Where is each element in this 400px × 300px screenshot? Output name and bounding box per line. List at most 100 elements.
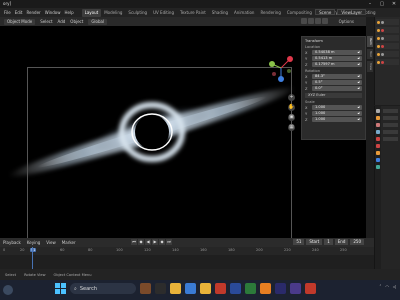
play-reverse-icon[interactable]: ◀	[145, 239, 151, 245]
lock-icon[interactable]: 🔓︎	[358, 111, 360, 116]
timeline-marker-menu[interactable]: Marker	[62, 240, 76, 245]
start-frame-field[interactable]: 1	[324, 239, 333, 245]
menu-help[interactable]: Help	[64, 10, 73, 15]
chevron-up-icon[interactable]: ˄	[379, 284, 381, 289]
tab-layout[interactable]: Layout	[81, 8, 102, 17]
file-explorer-icon[interactable]	[170, 283, 181, 294]
location-z-field[interactable]: 0.17597 m 🔓︎	[312, 62, 362, 67]
scene-icon[interactable]	[376, 137, 380, 141]
tab-view[interactable]: View	[367, 60, 373, 72]
tab-sculpting[interactable]: Sculpting	[125, 9, 150, 17]
location-x-field[interactable]: 0.54038 m 🔓︎	[312, 50, 362, 55]
tab-compositing[interactable]: Compositing	[284, 9, 315, 17]
rendered-shading-icon[interactable]	[322, 18, 328, 24]
render-icon[interactable]	[376, 116, 380, 120]
lock-icon[interactable]: 🔓︎	[358, 105, 360, 110]
app-icon[interactable]	[155, 283, 166, 294]
timeline-ruler[interactable]: 0 20 51 60 80 100 120 140 160 180 200 22…	[0, 247, 374, 255]
app-icon[interactable]	[305, 283, 316, 294]
gizmo-z-icon[interactable]	[278, 76, 284, 82]
tab-shading[interactable]: Shading	[209, 9, 231, 17]
view-layer-icon[interactable]	[376, 130, 380, 134]
jump-end-icon[interactable]: ⏭	[166, 239, 172, 245]
view-menu-object[interactable]: Object	[70, 19, 83, 24]
close-button[interactable]: ✕	[388, 0, 400, 8]
menu-window[interactable]: Window	[45, 10, 61, 15]
solid-shading-icon[interactable]	[308, 18, 314, 24]
tab-modeling[interactable]: Modeling	[101, 9, 125, 17]
app-icon[interactable]	[140, 283, 151, 294]
zoom-icon[interactable]: +	[288, 94, 295, 101]
perspective-grid-icon[interactable]: ▦	[288, 124, 295, 131]
jump-start-icon[interactable]: ⏮	[131, 239, 137, 245]
playhead[interactable]	[32, 247, 33, 269]
app-icon[interactable]	[290, 283, 301, 294]
lock-icon[interactable]: 🔓︎	[358, 74, 360, 79]
tab-animation[interactable]: Animation	[231, 9, 257, 17]
next-key-icon[interactable]: ◆	[159, 239, 165, 245]
physics-icon[interactable]	[376, 165, 380, 169]
timeline-track[interactable]	[0, 247, 374, 269]
outliner-row[interactable]	[376, 27, 399, 33]
current-frame-indicator[interactable]: 51	[30, 248, 37, 252]
rotation-mode-dropdown[interactable]: XYZ Euler	[305, 93, 362, 98]
app-icon[interactable]	[245, 283, 256, 294]
scale-x-field[interactable]: 1.000 🔓︎	[312, 105, 362, 110]
gizmo-neg-y-icon[interactable]	[287, 69, 291, 73]
transform-orientation-dropdown[interactable]: Global	[88, 18, 108, 25]
view-menu-select[interactable]: Select	[40, 19, 52, 24]
lock-icon[interactable]: 🔓︎	[358, 62, 360, 67]
tab-uv-editing[interactable]: UV Editing	[150, 9, 177, 17]
transform-header[interactable]: Transform	[305, 39, 362, 43]
camera-view-icon[interactable]: ▣	[288, 114, 295, 121]
menu-file[interactable]: File	[4, 10, 11, 15]
blender-app-icon[interactable]	[260, 283, 271, 294]
end-frame-field[interactable]: 250	[350, 239, 364, 245]
gizmo-neg-x-icon[interactable]	[272, 72, 276, 76]
app-icon[interactable]	[275, 283, 286, 294]
app-icon[interactable]	[215, 283, 226, 294]
menu-render[interactable]: Render	[26, 10, 40, 15]
play-icon[interactable]: ▶	[152, 239, 158, 245]
scale-z-field[interactable]: 1.000 🔓︎	[312, 117, 362, 122]
property-field[interactable]	[383, 137, 398, 141]
tab-tool[interactable]: Tool	[367, 48, 373, 59]
pan-hand-icon[interactable]: ✋	[288, 104, 295, 111]
tab-rendering[interactable]: Rendering	[257, 9, 283, 17]
rotation-z-field[interactable]: 0.0° 🔓︎	[312, 86, 362, 91]
outliner-row[interactable]	[376, 19, 399, 25]
object-icon[interactable]	[376, 151, 380, 155]
rotation-y-field[interactable]: 0.5° 🔓︎	[312, 80, 362, 85]
property-field[interactable]	[383, 123, 398, 127]
weather-icon[interactable]	[3, 285, 13, 295]
wireframe-shading-icon[interactable]	[301, 18, 307, 24]
property-field[interactable]	[383, 109, 398, 113]
timeline-playback-menu[interactable]: Playback	[3, 240, 21, 245]
mode-dropdown[interactable]: Object Mode	[4, 18, 36, 25]
tool-icon[interactable]	[376, 109, 380, 113]
properties-editor[interactable]	[374, 106, 400, 280]
lock-icon[interactable]: 🔓︎	[358, 56, 360, 61]
rotation-x-field[interactable]: 84.3° 🔓︎	[312, 74, 362, 79]
options-dropdown[interactable]: Options	[339, 19, 354, 24]
modifier-icon[interactable]	[376, 158, 380, 162]
property-field[interactable]	[383, 130, 398, 134]
lock-icon[interactable]: 🔓︎	[358, 86, 360, 91]
menu-edit[interactable]: Edit	[15, 10, 23, 15]
volume-icon[interactable]: ◁	[393, 284, 396, 289]
prev-key-icon[interactable]: ◆	[138, 239, 144, 245]
outliner-row[interactable]	[376, 43, 399, 49]
timeline-keying-menu[interactable]: Keying	[27, 240, 40, 245]
material-shading-icon[interactable]	[315, 18, 321, 24]
app-icon[interactable]	[200, 283, 211, 294]
lock-icon[interactable]: 🔓︎	[358, 117, 360, 122]
scale-y-field[interactable]: 1.000 🔓︎	[312, 111, 362, 116]
lock-icon[interactable]: 🔓︎	[358, 50, 360, 55]
property-field[interactable]	[383, 116, 398, 120]
tab-texture-paint[interactable]: Texture Paint	[177, 9, 209, 17]
navigation-gizmo[interactable]	[266, 53, 296, 83]
app-icon[interactable]	[230, 283, 241, 294]
world-icon[interactable]	[376, 144, 380, 148]
outliner-row[interactable]	[376, 59, 399, 65]
view-menu-add[interactable]: Add	[58, 19, 66, 24]
